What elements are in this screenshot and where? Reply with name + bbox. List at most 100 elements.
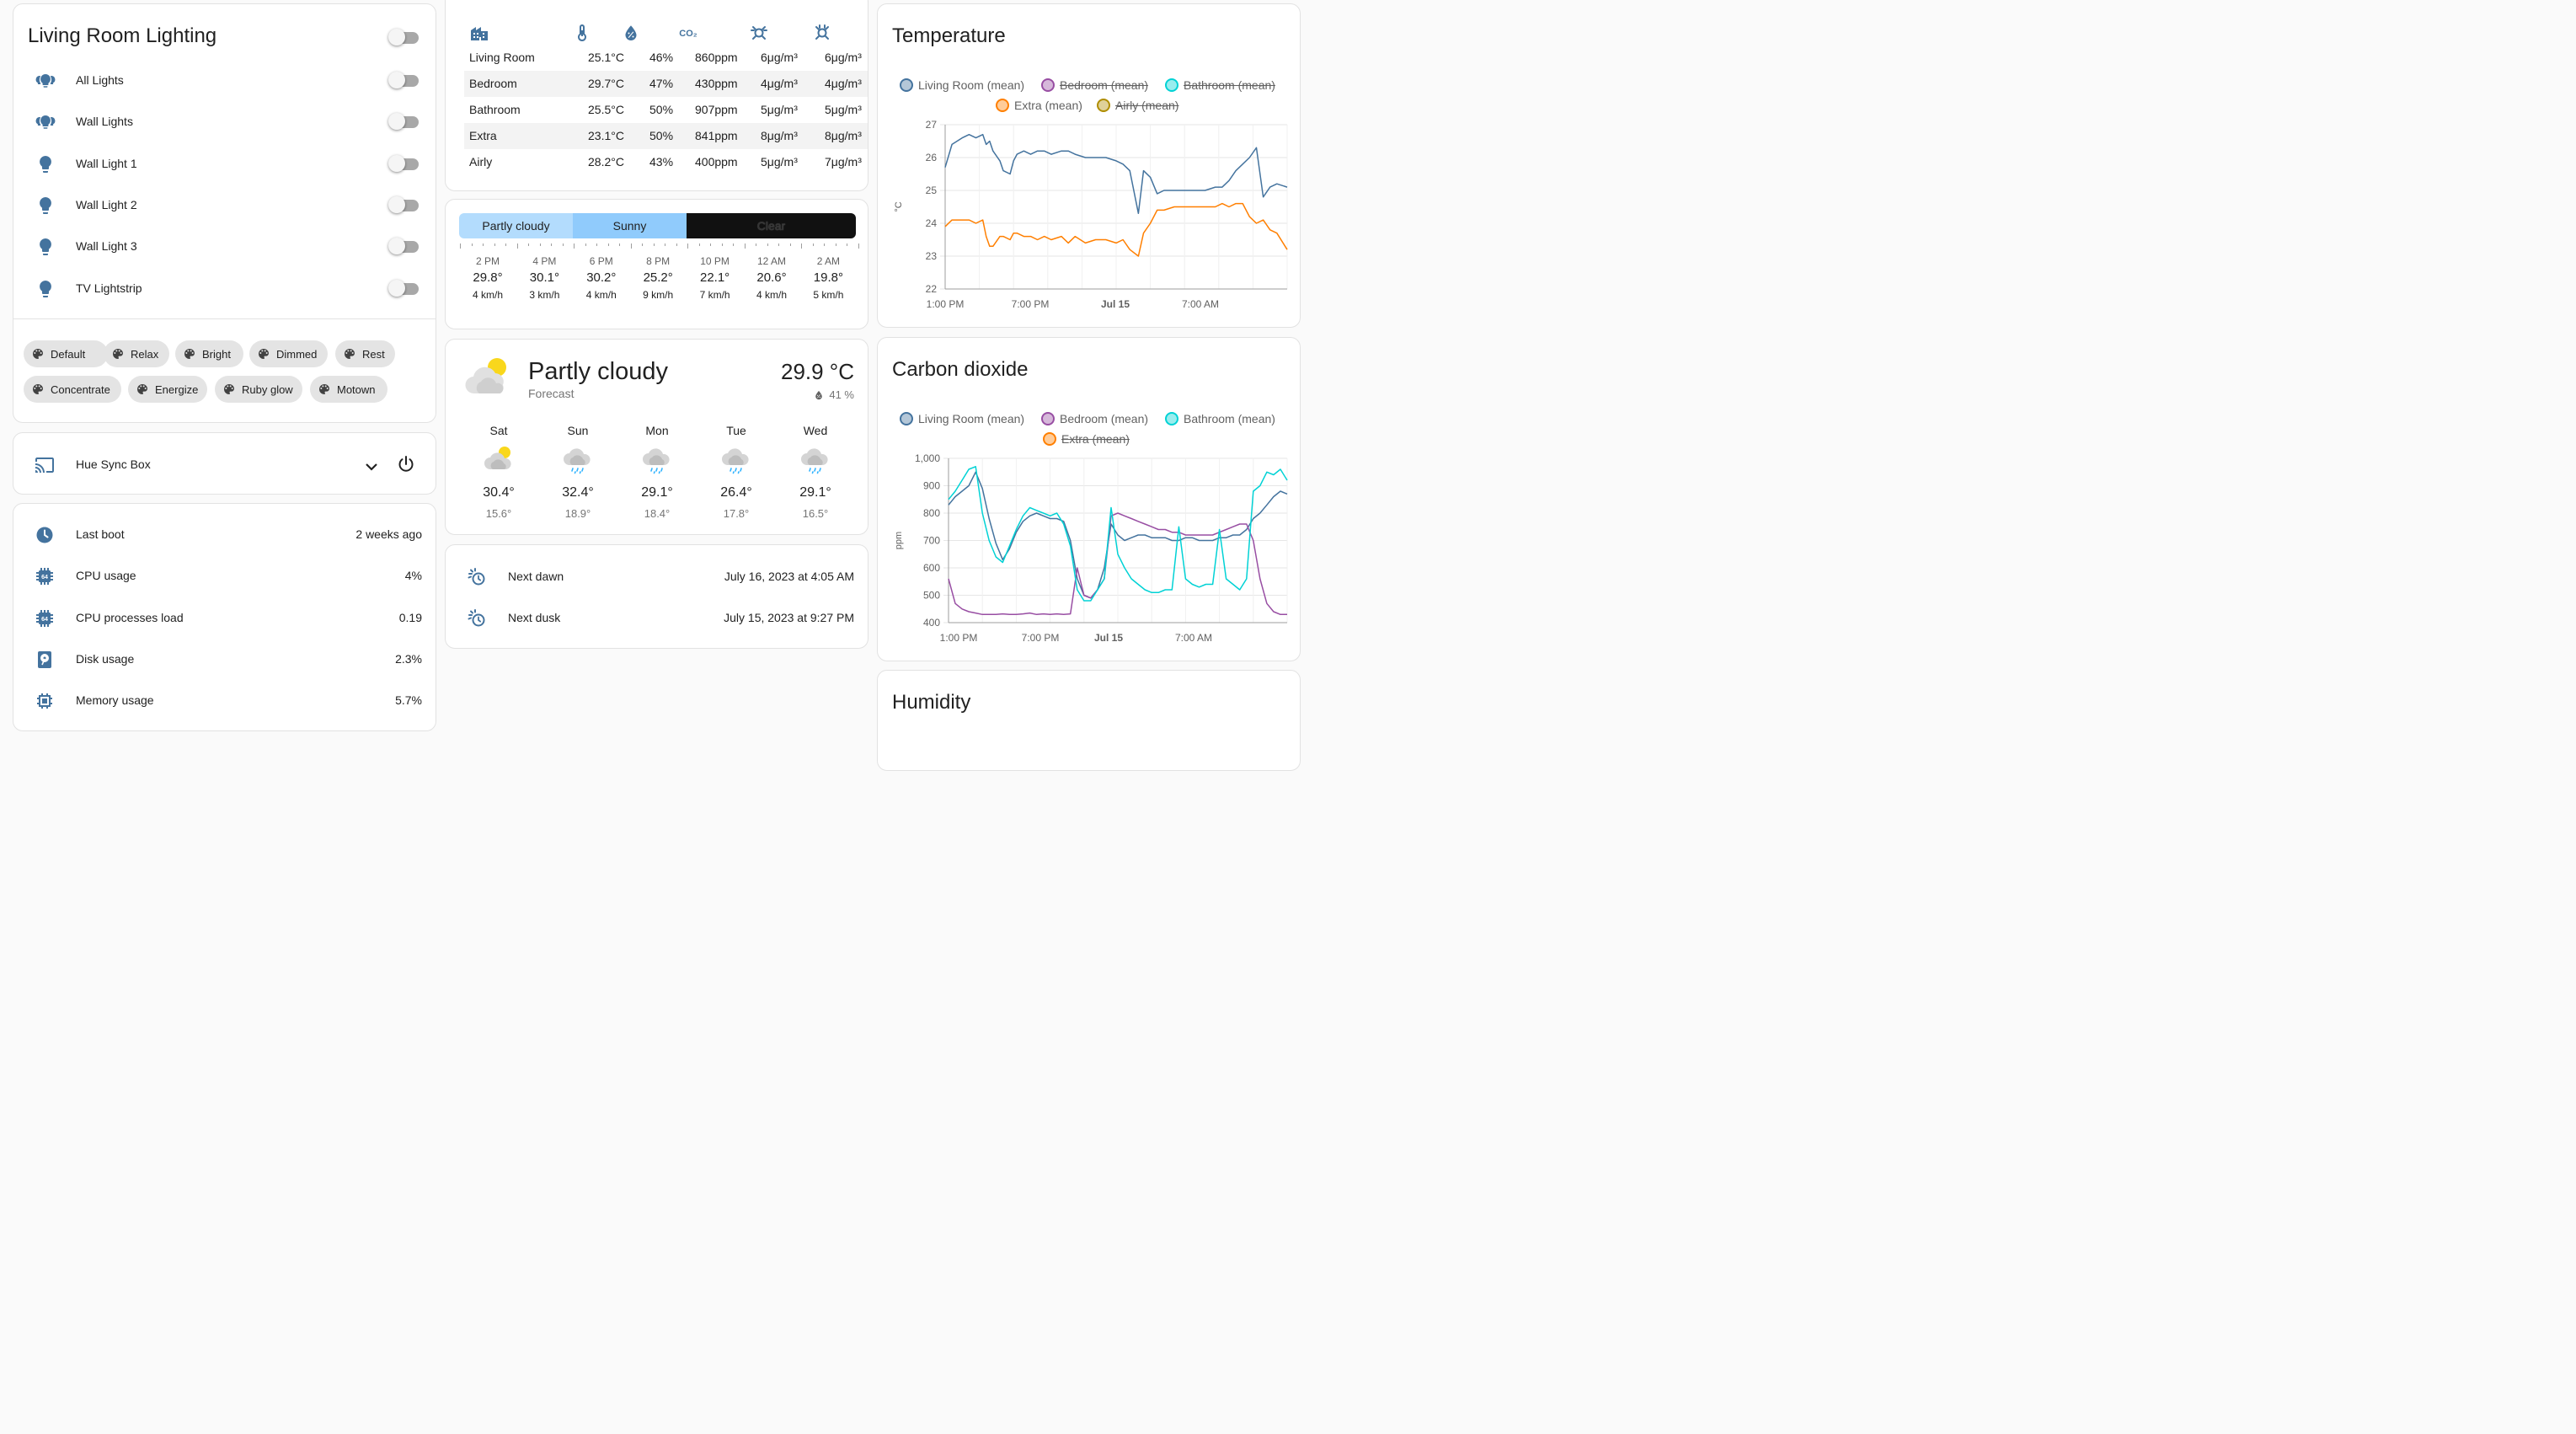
legend-item[interactable]: Bathroom (mean) [1165, 412, 1275, 425]
forecast-day: Wed [803, 424, 828, 437]
legend-item[interactable]: Bedroom (mean) [1041, 412, 1148, 425]
table-cell: 29.7°C [588, 77, 624, 90]
timeline-tick [676, 243, 677, 246]
legend-item[interactable]: Bathroom (mean) [1165, 78, 1275, 92]
scene-chip[interactable]: Rest [335, 340, 395, 367]
co2-chart: 1,000 900 800 700 600 500 400 ppm 1:00 PM 7:00 PM… [894, 452, 1288, 644]
legend-swatch [1041, 412, 1055, 425]
light-toggle[interactable] [388, 195, 419, 213]
harddisk-icon [38, 650, 51, 668]
light-toggle[interactable] [388, 279, 419, 297]
y-tick-label: 23 [926, 250, 938, 262]
table-cell: Bathroom [469, 103, 521, 116]
y-tick-label: 400 [923, 617, 940, 629]
forecast-day: Tue [726, 424, 746, 437]
scene-chip[interactable]: Relax [104, 340, 169, 367]
y-tick-label: 25 [926, 185, 938, 196]
hour-time: 12 AM [756, 255, 787, 267]
system-row-value: 2.3% [395, 651, 422, 666]
legend-item[interactable]: Living Room (mean) [900, 412, 1024, 425]
forecast-high: 32.4° [562, 485, 594, 500]
scene-chip[interactable]: Energize [128, 376, 207, 403]
y-tick-label: 22 [926, 283, 938, 295]
lightbulb-group-icon [35, 74, 56, 88]
sun-row-value: July 16, 2023 at 4:05 AM [724, 570, 854, 583]
system-row-label: Last boot [76, 527, 125, 541]
timeline-partly-cloudy: Partly cloudy [459, 213, 573, 238]
hour-wind: 9 km/h [643, 289, 674, 301]
timeline-tick [460, 243, 461, 249]
scene-chip[interactable]: Concentrate [24, 376, 121, 403]
light-row-label: Wall Light 1 [76, 156, 137, 170]
thermometer-icon [578, 24, 586, 41]
current-temperature: 29.9 °C [780, 359, 854, 384]
system-row-label: Disk usage [76, 651, 135, 666]
system-row-value: 4% [404, 569, 422, 583]
scene-chip[interactable]: Bright [175, 340, 243, 367]
legend-item[interactable]: Extra (mean) [1043, 432, 1130, 446]
hour-temp: 30.2° [586, 270, 617, 285]
scene-chip-label: Rest [362, 347, 385, 361]
legend-swatch [900, 78, 913, 92]
water-percent-icon [625, 25, 637, 40]
forecast-day: Mon [645, 424, 669, 437]
svg-text:CO₂: CO₂ [679, 29, 697, 39]
power-button[interactable] [396, 454, 416, 474]
rainy-icon [801, 448, 828, 474]
light-toggle[interactable] [388, 154, 419, 172]
hour-wind: 3 km/h [529, 289, 560, 301]
timeline-clear: Clear [687, 213, 856, 238]
legend-swatch [1097, 99, 1110, 112]
table-row: Airly 28.2°C 43% 400ppm 5μg/m³ 7μg/m³ [464, 149, 868, 175]
table-cell: 43% [649, 155, 674, 169]
partly-cloudy-icon [465, 358, 506, 394]
light-toggle[interactable] [388, 113, 419, 131]
scene-chip[interactable]: Dimmed [249, 340, 328, 367]
forecast-card: Partly cloudy Forecast 29.9 °C 41 % Sat 3… [445, 339, 868, 535]
timeline-sunny: Sunny [573, 213, 687, 238]
hour-time: 6 PM [589, 255, 613, 267]
scene-chip-label: Energize [155, 383, 199, 396]
table-cell: 25.1°C [588, 51, 624, 64]
pm25-icon [751, 26, 767, 40]
table-cell: Extra [469, 129, 497, 142]
chevron-down-icon[interactable] [361, 457, 382, 477]
legend-item[interactable]: Bedroom (mean) [1041, 78, 1148, 92]
y-tick-label: 600 [923, 562, 940, 574]
hour-temp: 19.8° [813, 270, 843, 285]
system-row-label: Memory usage [76, 693, 154, 708]
timeline-tick [812, 243, 814, 246]
legend-item[interactable]: Living Room (mean) [900, 78, 1024, 92]
y-tick-label: 500 [923, 590, 940, 602]
forecast-low: 16.5° [802, 507, 829, 520]
scene-chip[interactable]: Default [24, 340, 108, 367]
light-toggle[interactable] [388, 238, 419, 255]
light-row-label: Wall Lights [76, 115, 133, 129]
system-row-value: 0.19 [398, 610, 422, 624]
cpu-64-icon: 64 [36, 568, 53, 586]
hour-time: 8 PM [646, 255, 671, 267]
legend-item[interactable]: Airly (mean) [1097, 99, 1178, 112]
table-cell: 50% [649, 103, 674, 116]
legend-item[interactable]: Extra (mean) [996, 99, 1082, 112]
table-cell: Living Room [469, 51, 535, 64]
scene-chip[interactable]: Ruby glow [215, 376, 302, 403]
legend-swatch [1041, 78, 1055, 92]
sun-row-value: July 15, 2023 at 9:27 PM [724, 611, 854, 624]
table-cell: 6μg/m³ [761, 51, 798, 64]
timeline-tick [858, 243, 859, 249]
scene-chip-label: Relax [131, 347, 159, 361]
table-cell: 841ppm [695, 129, 738, 142]
sun-row-label: Next dusk [508, 611, 561, 624]
legend-swatch [996, 99, 1009, 112]
table-cell: 46% [649, 51, 674, 64]
table-row: Living Room 25.1°C 46% 860ppm 6μg/m³ 6μg/m³ [464, 45, 868, 71]
lighting-title: Living Room Lighting [28, 24, 217, 47]
scene-chip[interactable]: Motown [310, 376, 387, 403]
lighting-master-toggle[interactable] [388, 29, 419, 45]
table-cell: 28.2°C [588, 155, 624, 169]
x-tick-label: 7:00 AM [1182, 298, 1219, 310]
light-toggle[interactable] [388, 72, 419, 88]
table-cell: Bedroom [469, 77, 517, 90]
timeline-tick [574, 243, 575, 249]
